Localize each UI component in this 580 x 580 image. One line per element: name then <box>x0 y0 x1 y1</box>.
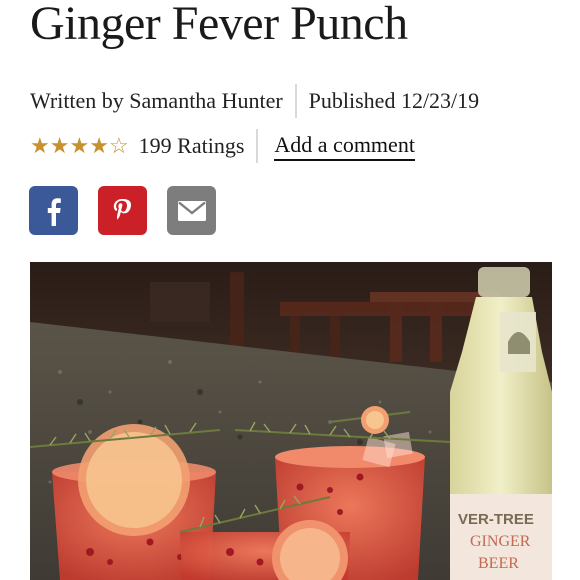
bottle-label-line-1: VER-TREE <box>458 511 534 528</box>
star-filled-icon: ★ <box>69 133 90 158</box>
facebook-icon <box>47 197 61 226</box>
pinterest-share-button[interactable] <box>98 186 147 235</box>
recipe-photo: VER-TREE GINGER BEER <box>30 262 552 580</box>
bottle-label-line-2: GINGER <box>470 533 531 550</box>
pinterest-icon <box>113 198 131 219</box>
author-line: Written by Samantha Hunter <box>30 88 283 113</box>
add-comment-link[interactable]: Add a comment <box>274 132 415 161</box>
recipe-page: Ginger Fever Punch Written by Samantha H… <box>0 0 580 580</box>
share-buttons <box>29 186 236 235</box>
bottle-label-line-3: BEER <box>478 555 519 572</box>
published-line: Published 12/23/19 <box>308 88 480 113</box>
ratings-divider <box>256 129 259 163</box>
ratings-row: ★ ★ ★ ★ ☆ 199 Ratings Add a comment <box>30 129 415 163</box>
star-filled-icon: ★ <box>89 133 109 158</box>
star-filled-icon: ★ <box>30 133 50 158</box>
star-empty-icon: ☆ <box>108 133 129 158</box>
star-rating[interactable]: ★ ★ ★ ★ ☆ <box>30 135 129 157</box>
mail-icon <box>177 200 206 221</box>
byline: Written by Samantha Hunter Published 12/… <box>30 84 480 118</box>
ratings-count: 199 Ratings <box>138 133 245 158</box>
email-share-button[interactable] <box>167 186 216 235</box>
recipe-title: Ginger Fever Punch <box>30 0 408 50</box>
star-filled-icon: ★ <box>49 133 70 158</box>
byline-divider <box>294 84 297 118</box>
facebook-share-button[interactable] <box>29 186 78 235</box>
